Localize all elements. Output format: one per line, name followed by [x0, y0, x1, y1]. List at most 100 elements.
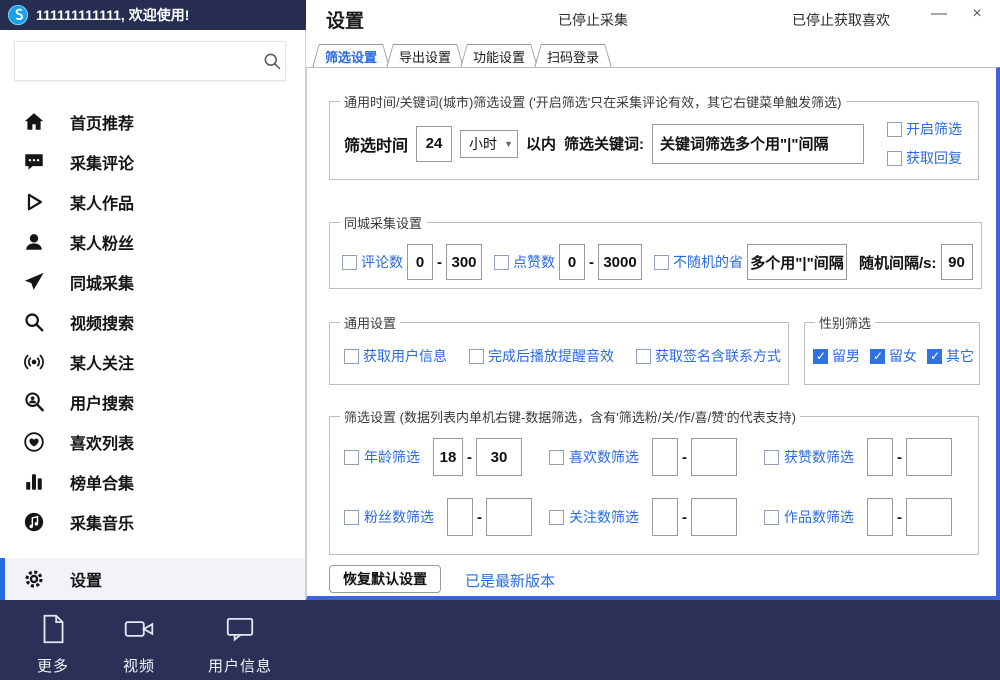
praise-filter-label[interactable]: 获赞数筛选 — [784, 447, 854, 467]
signature-contact-checkbox[interactable] — [636, 349, 651, 364]
sidebar-menu: 首页推荐 采集评论 某人作品 某人粉丝 — [0, 102, 305, 542]
age-min-input[interactable] — [433, 438, 463, 476]
keep-female-label[interactable]: 留女 — [889, 346, 917, 366]
sidebar-search-input[interactable] — [15, 46, 259, 76]
finish-sound-checkbox[interactable] — [469, 349, 484, 364]
keep-male-label[interactable]: 留男 — [832, 346, 860, 366]
sidebar-item-rankings[interactable]: 榜单合集 — [0, 462, 305, 502]
keep-other-label[interactable]: 其它 — [946, 346, 974, 366]
minimize-button[interactable]: — — [926, 2, 952, 26]
like-filter-label[interactable]: 喜欢数筛选 — [569, 447, 639, 467]
like-filter-max-input[interactable] — [691, 438, 737, 476]
works-filter-min-input[interactable] — [867, 498, 893, 536]
fans-filter-label[interactable]: 粉丝数筛选 — [364, 507, 434, 527]
user-info-button[interactable]: 用户信息 — [208, 612, 272, 680]
tab-export-settings[interactable]: 导出设置 — [386, 44, 464, 68]
like-filter-checkbox[interactable] — [549, 450, 564, 465]
sidebar-item-user-search[interactable]: 用户搜索 — [0, 382, 305, 422]
sidebar-item-follows[interactable]: 某人关注 — [0, 342, 305, 382]
fans-filter-checkbox[interactable] — [344, 510, 359, 525]
group-legend: 筛选设置 (数据列表内单机右键-数据筛选，含有'筛选粉/关/作/喜/赞'的代表支… — [340, 407, 800, 426]
sidebar-item-likes-list[interactable]: 喜欢列表 — [0, 422, 305, 462]
works-filter-max-input[interactable] — [906, 498, 952, 536]
praise-filter-min-input[interactable] — [867, 438, 893, 476]
filter-toggle-column: 开启筛选 获取回复 — [887, 119, 966, 168]
enable-filter-checkbox[interactable] — [887, 122, 902, 137]
get-userinfo-checkbox[interactable] — [344, 349, 359, 364]
play-icon — [22, 190, 46, 214]
keep-male-checkbox[interactable] — [813, 349, 828, 364]
app-logo-icon — [7, 4, 29, 26]
sidebar-header: 111111111111, 欢迎使用! — [0, 0, 306, 30]
sidebar-item-label: 某人粉丝 — [70, 230, 134, 254]
get-reply-checkbox[interactable] — [887, 151, 902, 166]
reset-defaults-button[interactable]: 恢复默认设置 — [329, 565, 441, 593]
sidebar-item-music[interactable]: 采集音乐 — [0, 502, 305, 542]
follow-filter-min-input[interactable] — [652, 498, 678, 536]
tab-filter-settings[interactable]: 筛选设置 — [312, 44, 390, 68]
sidebar-item-label: 用户搜索 — [70, 390, 134, 414]
province-input[interactable] — [747, 244, 847, 280]
finish-sound-label[interactable]: 完成后播放提醒音效 — [488, 346, 614, 366]
video-button[interactable]: 视频 — [122, 612, 156, 680]
random-interval-input[interactable] — [941, 244, 973, 280]
keyword-input[interactable] — [652, 124, 864, 164]
province-checkbox[interactable] — [654, 255, 669, 270]
province-label[interactable]: 不随机的省 — [673, 252, 743, 272]
chat-window-icon — [223, 612, 257, 650]
like-min-input[interactable] — [559, 244, 585, 280]
within-label: 以内 — [526, 133, 556, 154]
praise-filter-max-input[interactable] — [906, 438, 952, 476]
settings-tabs: 筛选设置 导出设置 功能设置 扫码登录 — [312, 44, 608, 68]
works-filter-label[interactable]: 作品数筛选 — [784, 507, 854, 527]
get-reply-label[interactable]: 获取回复 — [906, 148, 962, 168]
follow-filter-checkbox[interactable] — [549, 510, 564, 525]
like-filter-min-input[interactable] — [652, 438, 678, 476]
city-collect-group: 同城采集设置 评论数 - 点赞数 - 不随机的省 随机间隔/s: — [329, 213, 982, 289]
like-count-label[interactable]: 点赞数 — [513, 252, 555, 272]
search-icon[interactable] — [259, 51, 285, 71]
fans-filter-min-input[interactable] — [447, 498, 473, 536]
keyword-label: 筛选关键词: — [564, 133, 644, 154]
get-userinfo-label[interactable]: 获取用户信息 — [363, 346, 447, 366]
data-filter-group: 筛选设置 (数据列表内单机右键-数据筛选，含有'筛选粉/关/作/喜/赞'的代表支… — [329, 407, 979, 555]
age-filter-checkbox[interactable] — [344, 450, 359, 465]
works-filter-checkbox[interactable] — [764, 510, 779, 525]
signature-contact-label[interactable]: 获取签名含联系方式 — [655, 346, 781, 366]
fans-filter-max-input[interactable] — [486, 498, 532, 536]
follow-filter-label[interactable]: 关注数筛选 — [569, 507, 639, 527]
enable-filter-label[interactable]: 开启筛选 — [906, 119, 962, 139]
age-max-input[interactable] — [476, 438, 522, 476]
close-button[interactable]: × — [964, 2, 990, 26]
video-label: 视频 — [123, 655, 155, 676]
filter-time-input[interactable] — [416, 126, 452, 162]
sidebar-item-fans[interactable]: 某人粉丝 — [0, 222, 305, 262]
tab-label: 筛选设置 — [313, 45, 389, 68]
sidebar-item-city-collect[interactable]: 同城采集 — [0, 262, 305, 302]
collect-status-text: 已停止采集 — [558, 10, 628, 30]
sidebar-item-settings[interactable]: 设置 — [0, 558, 305, 600]
keep-other-checkbox[interactable] — [927, 349, 942, 364]
age-filter-label[interactable]: 年龄筛选 — [364, 447, 420, 467]
sidebar-item-video-search[interactable]: 视频搜索 — [0, 302, 305, 342]
time-unit-select[interactable]: 小时 ▼ — [460, 130, 518, 158]
more-button[interactable]: 更多 — [36, 612, 70, 680]
follow-filter-max-input[interactable] — [691, 498, 737, 536]
like-max-input[interactable] — [598, 244, 642, 280]
time-unit-value: 小时 — [469, 134, 497, 154]
sidebar-item-comments[interactable]: 采集评论 — [0, 142, 305, 182]
comment-min-input[interactable] — [407, 244, 433, 280]
praise-filter-checkbox[interactable] — [764, 450, 779, 465]
keep-female-checkbox[interactable] — [870, 349, 885, 364]
tab-function-settings[interactable]: 功能设置 — [460, 44, 538, 68]
comment-max-input[interactable] — [446, 244, 482, 280]
tab-qr-login[interactable]: 扫码登录 — [534, 44, 612, 68]
sidebar-item-home[interactable]: 首页推荐 — [0, 102, 305, 142]
comment-count-checkbox[interactable] — [342, 255, 357, 270]
group-legend: 通用设置 — [340, 313, 400, 332]
random-interval-label: 随机间隔/s: — [859, 252, 937, 273]
sidebar-item-works[interactable]: 某人作品 — [0, 182, 305, 222]
version-link[interactable]: 已是最新版本 — [465, 570, 555, 591]
comment-count-label[interactable]: 评论数 — [361, 252, 403, 272]
like-count-checkbox[interactable] — [494, 255, 509, 270]
